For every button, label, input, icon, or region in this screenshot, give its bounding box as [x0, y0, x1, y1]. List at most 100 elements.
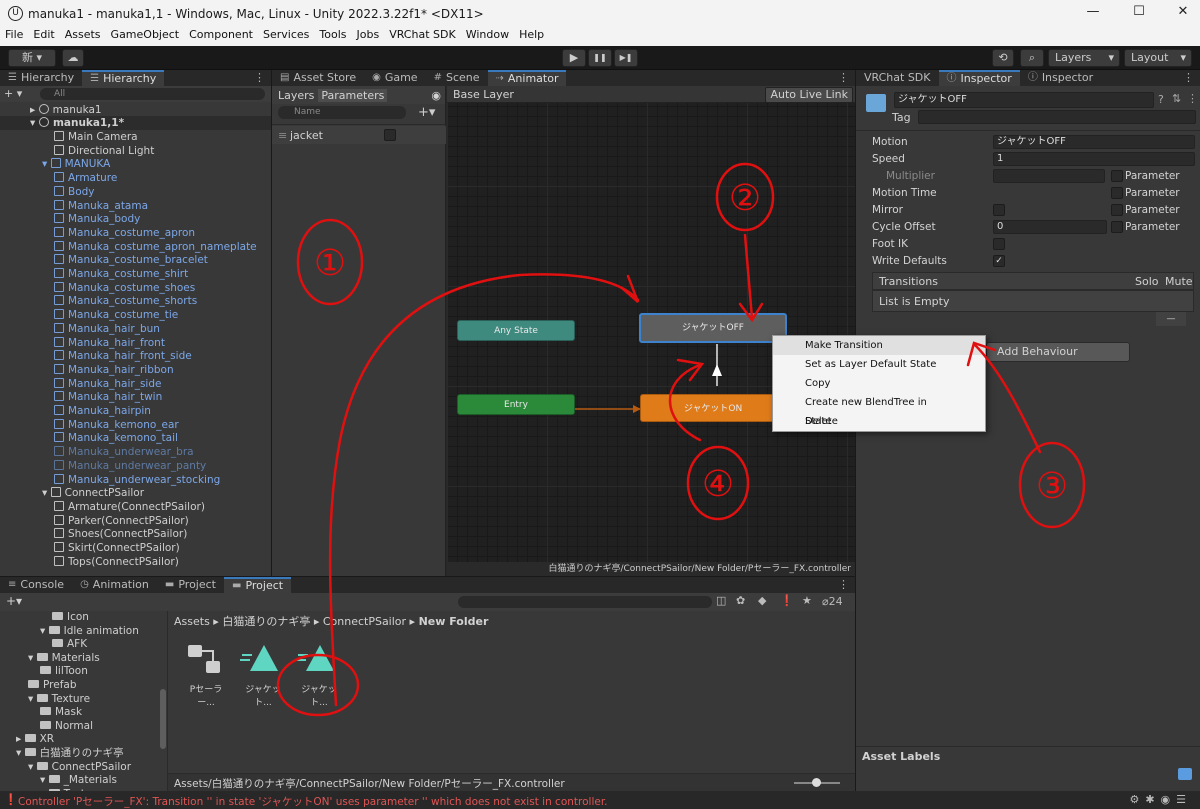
status-error-message[interactable]: Controller 'Pセーラー_FX': Transition '' in …	[18, 794, 608, 809]
hierarchy-item[interactable]: Manuka_hairpin	[54, 404, 151, 418]
layers-dropdown[interactable]: Layers ▾	[1048, 49, 1120, 67]
tab-hierarchy-1[interactable]: ☰ Hierarchy	[0, 70, 82, 86]
minimize-button[interactable]: —	[1078, 4, 1108, 24]
panel-menu-icon[interactable]: ⋮	[248, 70, 271, 86]
tab-inspector-2[interactable]: ⓘ Inspector	[1020, 70, 1101, 86]
hierarchy-item[interactable]: Directional Light	[54, 144, 154, 158]
jacket-on-state-node[interactable]: ジャケットON	[640, 394, 786, 422]
project-folder-item[interactable]: ▾ Texture	[28, 693, 90, 707]
project-folder-item[interactable]: ▾ Idle animation	[40, 625, 139, 639]
hierarchy-item[interactable]: Manuka_underwear_panty	[54, 459, 206, 473]
hierarchy-item[interactable]: Manuka_costume_shirt	[54, 267, 188, 281]
multiplier-dropdown[interactable]	[993, 169, 1105, 183]
motion-field[interactable]: ジャケットOFF	[993, 135, 1195, 149]
hierarchy-item[interactable]: ▾ MANUKA	[42, 157, 110, 171]
hierarchy-item[interactable]: Main Camera	[54, 130, 138, 144]
hierarchy-item[interactable]: ▾ ConnectPSailor	[42, 486, 144, 500]
parameter-checkbox[interactable]	[1111, 221, 1123, 233]
menu-window[interactable]: Window	[461, 28, 514, 46]
expand-arrow-icon[interactable]: ▾	[42, 158, 51, 170]
hierarchy-item[interactable]: Manuka_kemono_ear	[54, 418, 179, 432]
hierarchy-item[interactable]: Armature(ConnectPSailor)	[54, 500, 205, 514]
panel-menu-icon[interactable]: ⋮	[832, 70, 855, 86]
expand-arrow-icon[interactable]: ▾	[40, 625, 49, 637]
project-folder-item[interactable]: Mask	[40, 706, 82, 720]
tab-game[interactable]: ◉ Game	[364, 70, 425, 86]
hierarchy-item[interactable]: Manuka_hair_front	[54, 336, 165, 350]
parameter-checkbox[interactable]	[1111, 187, 1123, 199]
project-search-input[interactable]	[458, 596, 712, 608]
tab-animation[interactable]: ◷ Animation	[72, 577, 157, 593]
add-object-button[interactable]: + ▾	[4, 87, 22, 100]
hierarchy-item[interactable]: Manuka_costume_tie	[54, 308, 178, 322]
menu-gameobject[interactable]: GameObject	[106, 28, 185, 46]
state-name-input[interactable]: ジャケットOFF	[894, 92, 1154, 108]
project-folder-item[interactable]: Prefab	[28, 679, 77, 693]
project-folder-item[interactable]: ▸ XR	[16, 733, 54, 747]
layer-breadcrumb[interactable]: Base Layer	[453, 88, 514, 101]
scrollbar[interactable]	[160, 689, 166, 749]
breadcrumb-item[interactable]: New Folder	[419, 615, 489, 628]
panel-menu-icon[interactable]: ⋮	[832, 577, 855, 593]
hierarchy-item[interactable]: Manuka_hair_twin	[54, 390, 162, 404]
menu-edit[interactable]: Edit	[28, 28, 59, 46]
hierarchy-item[interactable]: Manuka_kemono_tail	[54, 431, 178, 445]
asset-anim-off[interactable]: ジャケット...	[238, 641, 288, 708]
hierarchy-item[interactable]: Shoes(ConnectPSailor)	[54, 527, 187, 541]
help-icon[interactable]: ?	[1158, 93, 1164, 106]
jacket-off-state-node[interactable]: ジャケットOFF	[639, 313, 787, 343]
project-folder-item[interactable]: lilToon	[40, 665, 88, 679]
any-state-node[interactable]: Any State	[457, 320, 575, 341]
account-button[interactable]: 新 ▾	[8, 49, 56, 67]
auto-live-link-button[interactable]: Auto Live Link	[765, 87, 853, 103]
tab-project-2[interactable]: ▬ Project	[223, 577, 292, 593]
tab-vrchat-sdk[interactable]: VRChat SDK	[856, 70, 939, 86]
tag-filter-icon[interactable]: ◆	[758, 594, 766, 607]
favorite-icon[interactable]: ★	[802, 594, 812, 607]
tab-scene[interactable]: # Scene	[426, 70, 488, 86]
parameter-checkbox[interactable]	[1111, 170, 1123, 182]
hidden-count[interactable]: ⌀24	[822, 595, 843, 608]
menu-tools[interactable]: Tools	[314, 28, 351, 46]
hierarchy-item[interactable]: Body	[54, 185, 95, 199]
scene-row[interactable]: ▸ manuka1	[30, 103, 102, 117]
hierarchy-item[interactable]: Manuka_costume_apron	[54, 226, 195, 240]
remove-transition-button[interactable]: —	[1156, 312, 1186, 326]
tab-inspector-1[interactable]: ⓘ Inspector	[938, 70, 1020, 86]
eye-icon[interactable]: ◉	[431, 89, 445, 102]
hierarchy-item[interactable]: Manuka_body	[54, 212, 140, 226]
slider-handle[interactable]	[812, 778, 821, 787]
error-filter-icon[interactable]: ❗	[780, 594, 794, 607]
tag-field[interactable]	[918, 110, 1196, 124]
hierarchy-item[interactable]: Manuka_hair_side	[54, 377, 161, 391]
hierarchy-item[interactable]: Manuka_underwear_stocking	[54, 473, 220, 487]
expand-arrow-icon[interactable]: ▾	[28, 761, 37, 773]
hierarchy-search-input[interactable]: All	[40, 88, 265, 100]
parameter-name[interactable]: jacket	[290, 129, 323, 142]
hierarchy-item[interactable]: Manuka_hair_bun	[54, 322, 160, 336]
expand-arrow-icon[interactable]: ▾	[16, 747, 25, 759]
hierarchy-item[interactable]: Manuka_atama	[54, 199, 148, 213]
breadcrumb-item[interactable]: 白猫通りのナギ亭	[222, 615, 310, 628]
settings-icon[interactable]: ⇅	[1172, 92, 1181, 105]
scene-row-active[interactable]: ▾ manuka1,1*	[30, 116, 124, 130]
add-behaviour-button[interactable]: Add Behaviour	[986, 342, 1130, 362]
cycle-offset-field[interactable]: 0	[993, 220, 1107, 234]
parameter-row[interactable]: ≡ jacket	[272, 126, 446, 144]
menu-make-transition[interactable]: Make Transition	[773, 336, 985, 355]
expand-arrow-icon[interactable]: ▾	[42, 487, 51, 499]
tab-layers[interactable]: Layers	[276, 89, 316, 102]
tab-project-1[interactable]: ▬ Project	[157, 577, 224, 593]
speed-field[interactable]: 1	[993, 152, 1195, 166]
panel-menu-icon[interactable]: ⋮	[1177, 70, 1200, 86]
menu-help[interactable]: Help	[514, 28, 549, 46]
expand-arrow-icon[interactable]: ▾	[28, 652, 37, 664]
hierarchy-item[interactable]: Manuka_hair_front_side	[54, 349, 192, 363]
cloud-icon[interactable]: ☁	[62, 49, 84, 67]
project-folder-item[interactable]: ▾ _Materials	[40, 774, 117, 788]
pause-button[interactable]: ❚❚	[588, 49, 612, 67]
project-folder-item[interactable]: ▾ 白猫通りのナギ亭	[16, 747, 124, 761]
menu-services[interactable]: Services	[258, 28, 314, 46]
project-folder-item[interactable]: ▾ ConnectPSailor	[28, 761, 131, 775]
hierarchy-item[interactable]: Manuka_costume_shoes	[54, 281, 195, 295]
